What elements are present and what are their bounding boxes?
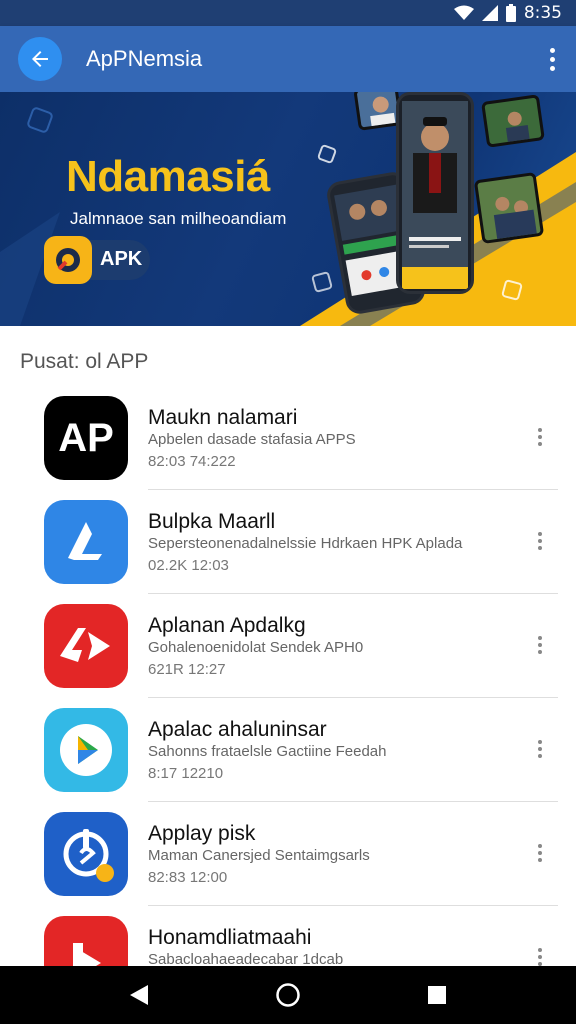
app-list: AP Maukn nalamari Apbelen dasade stafasi… [0, 386, 576, 966]
nav-home-button[interactable] [273, 980, 303, 1010]
signal-icon [481, 5, 498, 21]
app-icon-play [44, 708, 128, 792]
app-description: Apbelen dasade stafasia APPS [148, 431, 356, 448]
list-item[interactable]: Aplanan Apdalkg Gohalenoenidolat Sendek … [0, 594, 576, 698]
nav-recents-button[interactable] [422, 980, 452, 1010]
list-item[interactable]: Honamdliatmaahi Sabacloahaeadecabar 1dca… [0, 906, 576, 966]
app-name: Aplanan Apdalkg [148, 614, 306, 637]
app-icon-power-circle [44, 812, 128, 896]
a-arrow-icon [68, 522, 102, 560]
more-vert-icon[interactable] [532, 424, 548, 450]
promo-banner[interactable]: Ndamasiá Jalmnaoe san milheoandiam APK [0, 92, 576, 326]
app-icon-red-arrows [44, 604, 128, 688]
app-title: ApPNemsia [86, 46, 203, 71]
list-item[interactable]: Applay pisk Maman Canersjed Sentaimgsarl… [0, 802, 576, 906]
app-name: Apalac ahaluninsar [148, 718, 327, 741]
banner-photo-thumb [473, 171, 545, 245]
status-icons: 8:35 [453, 2, 562, 24]
app-icon-ap: AP [44, 396, 128, 480]
system-nav-bar [0, 966, 576, 1024]
more-vert-icon[interactable] [532, 944, 548, 966]
banner-title: Ndamasiá [66, 152, 270, 201]
back-button[interactable] [18, 37, 62, 81]
nav-back-button[interactable] [124, 980, 154, 1010]
app-meta: 8:17 12210 [148, 765, 224, 782]
double-arrow-icon [60, 628, 110, 662]
more-vert-icon [549, 47, 555, 53]
app-description: Sabacloahaeadecabar 1dcab [148, 951, 344, 966]
list-item[interactable]: AP Maukn nalamari Apbelen dasade stafasi… [0, 386, 576, 490]
app-description: Maman Canersjed Sentaimgsarls [148, 847, 370, 864]
banner-photo-thumb [481, 94, 545, 148]
battery-icon [505, 4, 516, 22]
apk-label: APK [100, 248, 143, 270]
banner-subtitle: Jalmnaoe san milheoandiam [70, 209, 287, 228]
app-description: Sahonns frataelsle Gactiine Feedah [148, 743, 387, 760]
app-name: Maukn nalamari [148, 406, 298, 429]
app-name: Bulpka Maarll [148, 510, 276, 533]
app-bar: ApPNemsia [0, 26, 576, 92]
apk-logo-icon [44, 236, 92, 284]
list-item[interactable]: Bulpka Maarll Sepersteonenadalnelssie Hd… [0, 490, 576, 594]
app-meta: 82:83 12:00 [148, 869, 228, 886]
back-triangle-icon [130, 985, 148, 1005]
app-name: Honamdliatmaahi [148, 926, 312, 949]
app-meta: 02.2K 12:03 [148, 557, 229, 574]
more-vert-icon[interactable] [532, 528, 548, 554]
section-title: Pusat: ol APP [20, 350, 149, 373]
app-meta: 82:03 74:222 [148, 453, 236, 470]
status-time: 8:35 [523, 3, 562, 23]
app-description: Sepersteonenadalnelssie Hdrkaen HPK Apla… [148, 535, 463, 552]
app-icon-a-arrow [44, 500, 128, 584]
app-icon-red-play [44, 916, 128, 966]
status-bar: 8:35 [0, 0, 576, 26]
power-circle-icon [63, 829, 114, 882]
recents-square-icon [428, 986, 446, 1004]
home-circle-icon [276, 983, 300, 1007]
more-vert-icon[interactable] [532, 840, 548, 866]
app-meta: 621R 12:27 [148, 661, 226, 678]
wifi-icon [453, 5, 474, 20]
more-vert-icon[interactable] [532, 736, 548, 762]
list-item[interactable]: Apalac ahaluninsar Sahonns frataelsle Ga… [0, 698, 576, 802]
banner-phone-mockup [396, 92, 474, 294]
app-name: Applay pisk [148, 822, 256, 845]
overflow-menu-button[interactable] [542, 43, 562, 75]
back-arrow-icon [32, 51, 48, 67]
red-play-icon [73, 943, 101, 966]
more-vert-icon[interactable] [532, 632, 548, 658]
play-icon [60, 724, 112, 776]
app-description: Gohalenoenidolat Sendek APH0 [148, 639, 364, 656]
